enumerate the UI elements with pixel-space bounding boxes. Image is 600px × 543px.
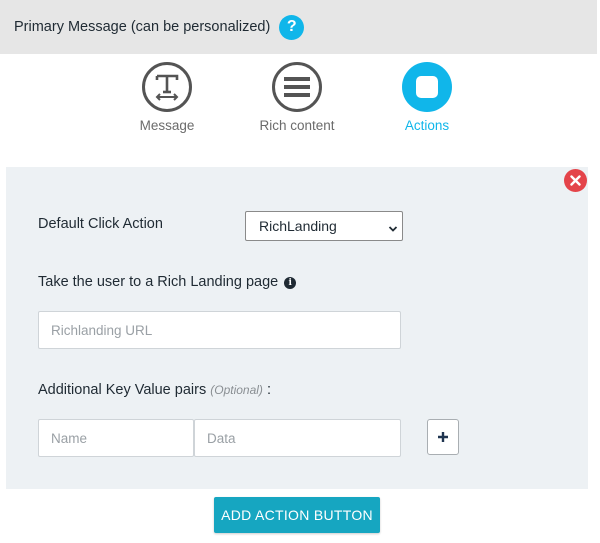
help-icon[interactable]: ? bbox=[279, 14, 305, 40]
default-click-action-select[interactable]: RichLanding bbox=[245, 211, 403, 241]
key-value-label-text: Additional Key Value pairs bbox=[38, 382, 207, 398]
tab-label: Message bbox=[139, 118, 195, 133]
optional-hint: (Optional) bbox=[210, 383, 263, 397]
section-header: Primary Message (can be personalized) ? bbox=[0, 0, 597, 54]
section-title: Primary Message (can be personalized) bbox=[14, 19, 271, 35]
input-placeholder: Name bbox=[51, 430, 88, 446]
tab-message[interactable]: Message bbox=[112, 62, 222, 133]
close-icon[interactable] bbox=[564, 169, 587, 192]
default-click-action-label: Default Click Action bbox=[38, 216, 163, 232]
rich-landing-label: Take the user to a Rich Landing page i bbox=[38, 274, 297, 290]
content-type-tabs: Message Rich content Actions bbox=[0, 62, 597, 162]
label-colon: : bbox=[266, 382, 271, 398]
add-action-button[interactable]: ADD ACTION BUTTON bbox=[214, 497, 380, 533]
menu-lines-icon bbox=[272, 62, 322, 112]
square-icon bbox=[402, 62, 452, 112]
plus-icon bbox=[438, 432, 448, 442]
input-placeholder: Richlanding URL bbox=[51, 322, 153, 338]
tab-label: Actions bbox=[404, 118, 450, 133]
text-format-icon bbox=[142, 62, 192, 112]
actions-panel: Default Click Action RichLanding Take th… bbox=[6, 167, 588, 489]
key-data-input[interactable]: Data bbox=[194, 419, 401, 457]
tab-actions[interactable]: Actions bbox=[372, 62, 482, 133]
add-key-value-button[interactable] bbox=[427, 419, 459, 455]
key-value-label: Additional Key Value pairs (Optional) : bbox=[38, 382, 271, 398]
input-placeholder: Data bbox=[207, 430, 236, 446]
info-icon[interactable]: i bbox=[284, 277, 297, 289]
rich-landing-label-text: Take the user to a Rich Landing page bbox=[38, 274, 279, 290]
tab-label: Rich content bbox=[259, 118, 335, 133]
select-value: RichLanding bbox=[259, 218, 337, 234]
chevron-down-icon bbox=[388, 221, 398, 237]
key-name-input[interactable]: Name bbox=[38, 419, 194, 457]
tab-rich-content[interactable]: Rich content bbox=[242, 62, 352, 133]
richlanding-url-input[interactable]: Richlanding URL bbox=[38, 311, 401, 349]
